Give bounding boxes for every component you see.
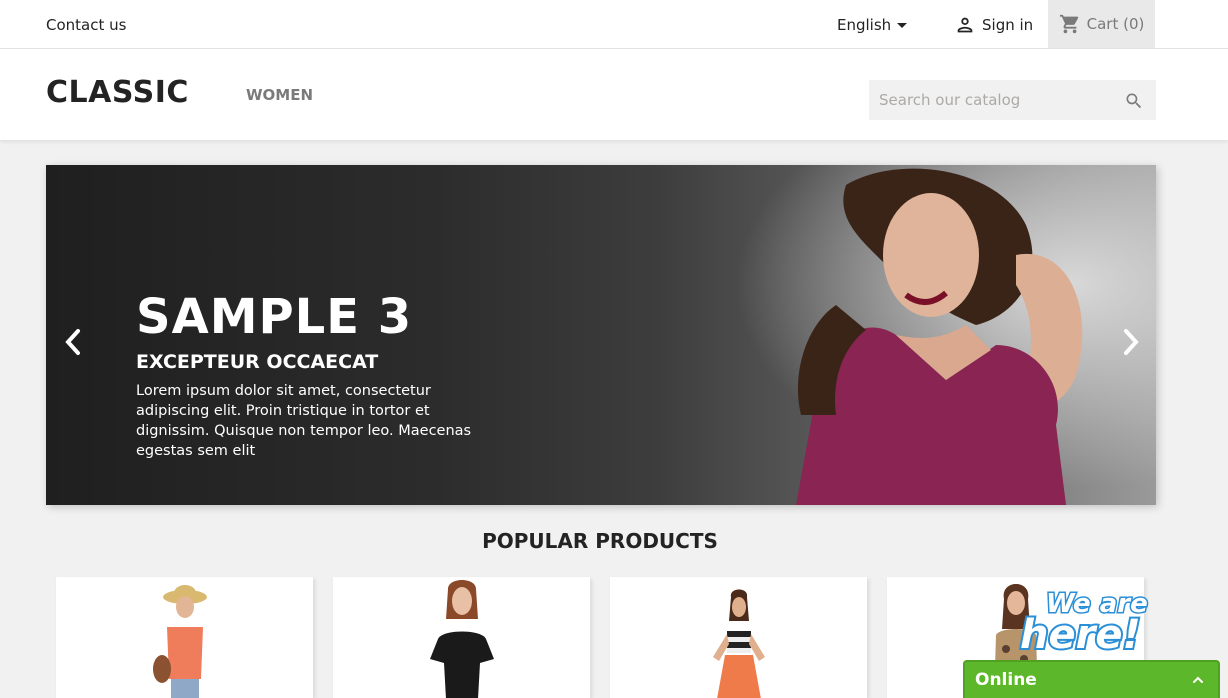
chevron-right-icon[interactable]: [1120, 325, 1144, 359]
language-label: English: [837, 16, 892, 34]
product-card[interactable]: [610, 577, 867, 698]
slide-model-image: [596, 165, 1156, 505]
svg-text:here!: here!: [1020, 612, 1141, 658]
product-image: [712, 589, 765, 698]
product-card[interactable]: [56, 577, 313, 698]
cart-button[interactable]: Cart (0): [1048, 0, 1155, 48]
user-icon: [957, 17, 973, 33]
product-image: [429, 580, 494, 698]
popular-products-title: POPULAR PRODUCTS: [482, 529, 718, 553]
chevron-up-icon[interactable]: [1192, 674, 1204, 686]
search-icon[interactable]: [1124, 91, 1144, 111]
contact-us-link[interactable]: Contact us: [46, 16, 126, 34]
chevron-left-icon[interactable]: [60, 325, 84, 359]
sign-in-label: Sign in: [982, 16, 1034, 34]
product-image: [152, 585, 207, 698]
nav-item-women[interactable]: WOMEN: [246, 86, 313, 104]
product-card[interactable]: [333, 577, 590, 698]
top-bar: Contact us English Sign in Cart (0): [0, 0, 1228, 49]
caret-down-icon: [897, 22, 908, 28]
search-bar: [869, 80, 1156, 120]
slide-description: Lorem ipsum dolor sit amet, consectetur …: [136, 383, 472, 459]
slide-title: SAMPLE 3: [136, 289, 413, 345]
header: CLASSIC WOMEN: [0, 49, 1228, 140]
hero-slider[interactable]: SAMPLE 3 EXCEPTEUR OCCAECAT Lorem ipsum …: [46, 165, 1156, 505]
chat-status: Online: [975, 670, 1037, 690]
cart-icon: [1059, 14, 1078, 34]
sign-in-link[interactable]: Sign in: [954, 14, 1033, 36]
site-logo[interactable]: CLASSIC: [46, 75, 189, 110]
cart-label: Cart: [1086, 15, 1119, 33]
chat-bar[interactable]: Online: [963, 660, 1220, 698]
slide-subtitle: EXCEPTEUR OCCAECAT: [136, 351, 379, 373]
cart-count: (0): [1123, 15, 1145, 33]
language-selector[interactable]: English: [837, 16, 908, 34]
search-input[interactable]: [869, 80, 1109, 120]
we-are-here-badge[interactable]: We are here!: [1016, 582, 1166, 659]
